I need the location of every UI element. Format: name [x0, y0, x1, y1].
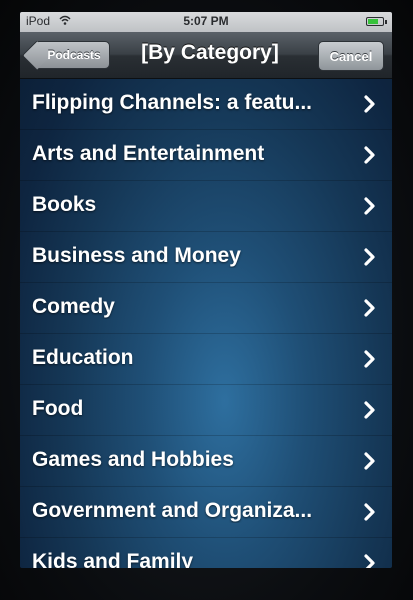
list-item[interactable]: Food	[20, 385, 392, 436]
list-item-label: Games and Hobbies	[32, 448, 234, 471]
list-item[interactable]: Books	[20, 181, 392, 232]
screen: iPod 5:07 PM Podcasts [By Category] Canc…	[20, 12, 392, 568]
page-title: [By Category]	[141, 41, 279, 64]
category-list: Flipping Channels: a featu... Arts and En…	[20, 79, 392, 568]
chevron-right-icon	[364, 401, 375, 419]
chevron-right-icon	[364, 350, 375, 368]
list-item[interactable]: Comedy	[20, 283, 392, 334]
list-item[interactable]: Kids and Family	[20, 538, 392, 568]
list-item-label: Comedy	[32, 295, 115, 318]
back-button-label: Podcasts	[47, 48, 101, 62]
chevron-right-icon	[364, 95, 375, 113]
status-time: 5:07 PM	[183, 14, 229, 28]
chevron-right-icon	[364, 248, 375, 266]
list-item-label: Education	[32, 346, 134, 369]
list-item-label: Business and Money	[32, 244, 241, 267]
list-item-label: Books	[32, 193, 97, 216]
list-item[interactable]: Arts and Entertainment	[20, 130, 392, 181]
chevron-right-icon	[364, 452, 375, 470]
list-item-label: Kids and Family	[32, 550, 194, 568]
status-bar: iPod 5:07 PM	[20, 12, 392, 32]
list-item[interactable]: Education	[20, 334, 392, 385]
chevron-right-icon	[364, 146, 375, 164]
battery-fill	[368, 19, 378, 24]
navigation-bar: Podcasts [By Category] Cancel	[20, 32, 392, 79]
back-button[interactable]: Podcasts	[21, 40, 110, 71]
battery-icon	[366, 17, 387, 26]
list-item-label: Government and Organiza...	[32, 499, 313, 522]
chevron-right-icon	[364, 299, 375, 317]
list-item[interactable]: Games and Hobbies	[20, 436, 392, 487]
cancel-button[interactable]: Cancel	[318, 41, 384, 71]
list-item[interactable]: Government and Organiza...	[20, 487, 392, 538]
device-frame: iPod 5:07 PM Podcasts [By Category] Canc…	[0, 0, 413, 600]
list-item-label: Food	[32, 397, 84, 420]
list-item-label: Flipping Channels: a featu...	[32, 91, 313, 114]
list-item-label: Arts and Entertainment	[32, 142, 265, 165]
chevron-right-icon	[364, 503, 375, 521]
chevron-right-icon	[364, 197, 375, 215]
chevron-right-icon	[364, 554, 375, 568]
list-item[interactable]: Business and Money	[20, 232, 392, 283]
list-item[interactable]: Flipping Channels: a featu...	[20, 79, 392, 130]
